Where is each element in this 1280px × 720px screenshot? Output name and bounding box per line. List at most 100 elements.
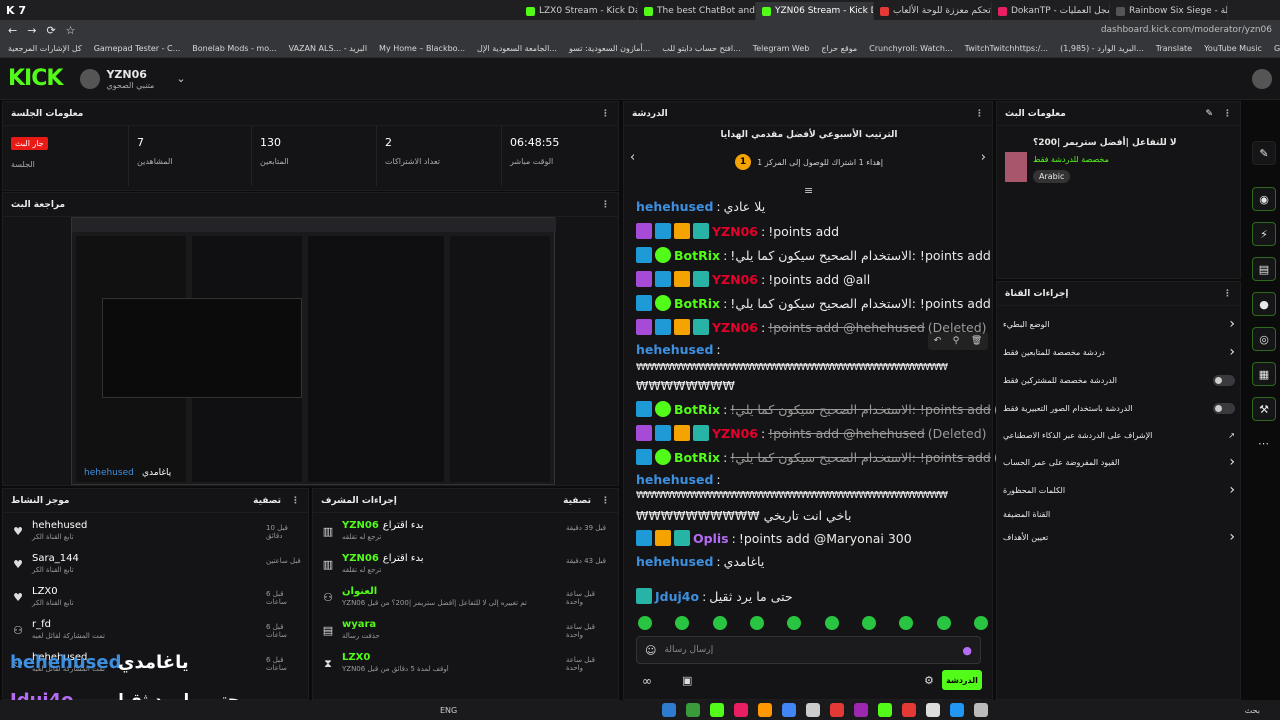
chevron-down-icon[interactable]: ⌄ bbox=[176, 72, 185, 85]
chat-username[interactable]: BotRix bbox=[674, 248, 720, 263]
stream-preview[interactable]: hehehused ياغامدي bbox=[71, 217, 556, 485]
pin-icon[interactable]: ≡ bbox=[804, 184, 813, 197]
bookmark-item[interactable]: (1,985) - البريد الوارد... bbox=[1060, 44, 1144, 53]
chevron-right-icon[interactable]: › bbox=[1229, 482, 1235, 498]
smiley-icon[interactable]: ☺ bbox=[645, 644, 656, 657]
chat-message[interactable]: hehehused: يلا عادي bbox=[636, 199, 765, 214]
bookmark-item[interactable]: Translate bbox=[1156, 44, 1192, 53]
chat-username[interactable]: hehehused bbox=[636, 342, 713, 357]
chat-message[interactable]: hehehused: bbox=[636, 342, 724, 357]
chat-message[interactable]: ₩₩₩₩₩₩₩₩₩₩ باخي انت تاريخي bbox=[636, 508, 851, 523]
chat-message[interactable]: ₩₩₩₩₩₩₩₩₩₩₩₩₩₩₩₩₩₩₩₩₩₩₩₩₩₩₩₩₩₩₩₩₩₩₩ bbox=[636, 362, 948, 373]
filter-button[interactable]: تصفية bbox=[563, 496, 591, 506]
more-icon[interactable]: ⋮ bbox=[601, 496, 610, 506]
address-bar[interactable]: ← → ⟳ ☆ dashboard.kick.com/moderator/yzn… bbox=[0, 20, 1280, 40]
chat-username[interactable]: hehehused bbox=[636, 554, 713, 569]
browser-tab[interactable]: LZX0 Stream - Kick Dashboard bbox=[520, 2, 638, 20]
reply-icon[interactable]: ↶ bbox=[934, 336, 942, 346]
pencil-icon[interactable]: ✎ bbox=[1252, 141, 1276, 165]
bookmark-item[interactable]: YouTube Music bbox=[1204, 44, 1262, 53]
browser-tab[interactable]: وحدة تحكم معززة للوحة الألعاب bbox=[874, 2, 992, 20]
taskbar-app-icon[interactable] bbox=[806, 703, 821, 717]
chat-message[interactable]: Jduj4o: حتى ما يرد ثقيل bbox=[636, 588, 793, 604]
gift-icon[interactable]: ▣ bbox=[682, 674, 692, 687]
taskbar-app-icon[interactable] bbox=[734, 703, 749, 717]
taskbar-app-icon[interactable] bbox=[926, 703, 941, 717]
taskbar-app-icon[interactable] bbox=[950, 703, 965, 717]
taskbar-app-icon[interactable] bbox=[902, 703, 917, 717]
avatar[interactable] bbox=[80, 68, 101, 89]
bookmark-item[interactable]: موقع حراج bbox=[821, 44, 857, 53]
chat-message[interactable]: hehehused: ياغامدي bbox=[636, 554, 764, 569]
language-indicator[interactable]: ENG bbox=[440, 706, 457, 715]
more-icon[interactable]: ⋮ bbox=[601, 200, 610, 210]
taskbar-app-icon[interactable] bbox=[662, 703, 677, 717]
url-text[interactable]: dashboard.kick.com/moderator/yzn06 bbox=[1101, 25, 1272, 35]
reload-icon[interactable]: ⟳ bbox=[46, 24, 55, 37]
chevron-right-icon[interactable]: › bbox=[1229, 454, 1235, 470]
share-icon[interactable]: ⋯ bbox=[1258, 437, 1269, 450]
chat-message[interactable]: ₩₩₩₩₩₩₩₩₩₩₩₩₩₩₩₩₩₩₩₩₩₩₩₩₩₩₩₩₩₩₩₩₩₩₩ bbox=[636, 490, 948, 501]
bookmark-item[interactable]: My Home – Blackbo... bbox=[379, 44, 465, 53]
taskbar-app-icon[interactable] bbox=[710, 703, 725, 717]
chat-message[interactable]: BotRix: !الاستخدام الصحيح سيكون كما يلي: … bbox=[636, 295, 991, 311]
chat-username[interactable]: BotRix bbox=[674, 450, 720, 465]
bookmark-item[interactable]: Gamepad Tester - C... bbox=[94, 44, 181, 53]
browser-tab[interactable]: The best ChatBot and Widgets bbox=[638, 2, 756, 20]
toggle-switch[interactable] bbox=[1213, 374, 1235, 386]
chat-username[interactable]: Jduj4o bbox=[655, 589, 699, 604]
chat-username[interactable]: YZN06 bbox=[712, 426, 758, 441]
channel-setting[interactable]: الإشراف على الدردشة عبر الذكاء الاصطناعي… bbox=[1003, 427, 1235, 443]
emote-icon[interactable] bbox=[749, 616, 764, 630]
emote-icon[interactable] bbox=[787, 616, 802, 630]
chat-message[interactable]: YZN06: !points add @hehehused (Deleted) bbox=[636, 425, 987, 441]
chat-username[interactable]: YZN06 bbox=[712, 272, 758, 287]
kick-logo[interactable]: KICK bbox=[8, 66, 63, 91]
chevron-right-icon[interactable]: › bbox=[1229, 344, 1235, 360]
channel-setting[interactable]: الدردشة باستخدام الصور التعبيرية فقط bbox=[1003, 400, 1235, 416]
emote-icon[interactable] bbox=[973, 616, 988, 630]
chat-message[interactable]: BotRix: !الاستخدام الصحيح سيكون كما يلي: … bbox=[636, 449, 1053, 465]
taskbar-app-icon[interactable] bbox=[854, 703, 869, 717]
clipboard-icon[interactable]: ▤ bbox=[1252, 257, 1276, 281]
wrench-icon[interactable]: ⚒ bbox=[1252, 397, 1276, 421]
taskbar-app-icon[interactable] bbox=[782, 703, 797, 717]
chat-input[interactable]: إرسال رسالة bbox=[664, 645, 713, 655]
bookmark-item[interactable]: TwitchTwitchhttps:/... bbox=[965, 44, 1048, 53]
more-icon[interactable]: ⋮ bbox=[601, 109, 610, 119]
bookmark-item[interactable]: كل الإشارات المرجعية bbox=[8, 44, 82, 53]
user-avatar[interactable] bbox=[1252, 68, 1272, 89]
taskbar-app-icon[interactable] bbox=[878, 703, 893, 717]
bookmark-item[interactable]: VAZAN ALS... - البريد bbox=[289, 44, 367, 53]
chat-username[interactable]: BotRix bbox=[674, 402, 720, 417]
channel-setting[interactable]: الكلمات المحظورة › bbox=[1003, 482, 1235, 498]
chat-bubble-icon[interactable]: ● bbox=[1252, 292, 1276, 316]
stream-category[interactable]: مخصصة للدردشة فقط bbox=[1033, 155, 1109, 164]
chat-message[interactable]: YZN06: !points add @all bbox=[636, 271, 870, 287]
bookmark-item[interactable]: أمازون السعودية: تسو... bbox=[569, 44, 650, 53]
emote-icon[interactable] bbox=[824, 616, 839, 630]
channel-setting[interactable]: القيود المفروضة على عمر الحساب › bbox=[1003, 454, 1235, 470]
channel-setting[interactable]: دردشة مخصصة للمتابعين فقط › bbox=[1003, 344, 1235, 360]
chat-username[interactable]: hehehused bbox=[636, 472, 713, 487]
chevron-right-icon[interactable]: › bbox=[1229, 316, 1235, 332]
layout-icon[interactable]: ▦ bbox=[1252, 362, 1276, 386]
forward-icon[interactable]: → bbox=[27, 24, 36, 37]
chat-message[interactable]: BotRix: !الاستخدام الصحيح سيكون كما يلي: … bbox=[636, 401, 1053, 417]
emote-icon[interactable] bbox=[712, 616, 727, 630]
browser-tab[interactable]: DokanTP - سجل العمليات bbox=[992, 2, 1110, 20]
broadcast-icon[interactable]: ◎ bbox=[1252, 327, 1276, 351]
bookmark-item[interactable]: الجامعة السعودية الإل... bbox=[477, 44, 557, 53]
taskbar-app-icon[interactable] bbox=[830, 703, 845, 717]
more-icon[interactable]: ⋮ bbox=[291, 496, 300, 506]
bookmark-item[interactable]: Gmail bbox=[1274, 44, 1280, 53]
camera-icon[interactable]: ◉ bbox=[1252, 187, 1276, 211]
back-icon[interactable]: ← bbox=[8, 24, 17, 37]
channel-setting[interactable]: تعيين الأهداف › bbox=[1003, 529, 1235, 545]
bookmark-item[interactable]: Bonelab Mods - mo... bbox=[192, 44, 276, 53]
browser-tab[interactable]: YZN06 Stream - Kick Dashboard bbox=[756, 2, 874, 20]
external-link-icon[interactable]: ↗ bbox=[1228, 431, 1235, 440]
taskbar-app-icon[interactable] bbox=[758, 703, 773, 717]
emote-icon[interactable] bbox=[936, 616, 951, 630]
toggle-switch[interactable] bbox=[1213, 402, 1235, 414]
